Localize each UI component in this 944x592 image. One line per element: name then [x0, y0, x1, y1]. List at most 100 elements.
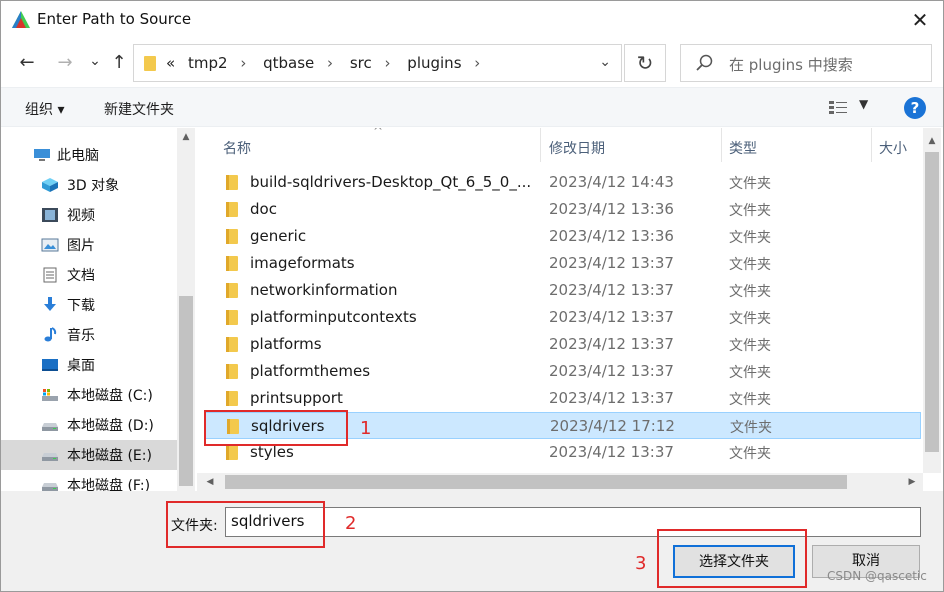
sidebar-item-music[interactable]: 音乐	[1, 320, 177, 350]
breadcrumb-item[interactable]: qtbase	[263, 54, 314, 72]
column-divider[interactable]	[871, 128, 872, 162]
navigation-pane-scrollbar[interactable]: ▲	[177, 128, 195, 491]
file-name: build-sqldrivers-Desktop_Qt_6_5_0_...	[250, 173, 530, 191]
annotation-number-3: 3	[635, 553, 647, 574]
column-header-row: ^ 名称 修改日期 类型 大小	[197, 128, 943, 164]
file-type: 文件夹	[729, 392, 771, 408]
pictures-icon	[41, 238, 59, 252]
file-name: generic	[250, 227, 307, 245]
table-row[interactable]: doc 2023/4/12 13:36 文件夹	[205, 196, 921, 223]
organize-button[interactable]: 组织 ▾	[25, 99, 64, 119]
file-list-horizontal-scrollbar[interactable]: ◀ ▶	[197, 473, 923, 491]
file-type: 文件夹	[729, 203, 771, 219]
sidebar-item-desktop[interactable]: 桌面	[1, 350, 177, 380]
sidebar-item-drive-d[interactable]: 本地磁盘 (D:)	[1, 410, 177, 440]
sidebar-item-label: 视频	[67, 208, 95, 224]
file-type: 文件夹	[729, 311, 771, 327]
folder-icon	[226, 202, 238, 217]
close-icon[interactable]: ✕	[903, 3, 937, 37]
help-icon[interactable]: ?	[904, 97, 926, 119]
sidebar-item-label: 本地磁盘 (C:)	[67, 388, 153, 404]
sidebar-item-videos[interactable]: 视频	[1, 200, 177, 230]
address-dropdown-icon[interactable]: ⌄	[599, 54, 611, 70]
breadcrumb-separator-icon[interactable]: ›	[474, 54, 480, 72]
new-folder-button[interactable]: 新建文件夹	[104, 99, 174, 119]
file-name: doc	[250, 200, 277, 218]
column-divider[interactable]	[721, 128, 722, 162]
breadcrumb-item[interactable]: plugins	[407, 54, 461, 72]
table-row[interactable]: platformthemes 2023/4/12 13:37 文件夹	[205, 358, 921, 385]
folder-icon	[226, 256, 238, 271]
sidebar-item-drive-e[interactable]: 本地磁盘 (E:)	[1, 440, 177, 470]
sidebar-item-pictures[interactable]: 图片	[1, 230, 177, 260]
column-header-date[interactable]: 修改日期	[549, 138, 605, 158]
sidebar-item-this-pc[interactable]: 此电脑	[1, 140, 177, 170]
column-header-size[interactable]: 大小	[879, 138, 907, 158]
navigation-bar: ← → ⌄ ↑ « tmp2 › qtbase › src › plugins …	[1, 41, 943, 85]
scroll-up-icon[interactable]: ▲	[177, 128, 195, 146]
file-type: 文件夹	[729, 338, 771, 354]
scrollbar-thumb[interactable]	[179, 296, 193, 486]
video-icon	[42, 208, 58, 222]
address-bar[interactable]: « tmp2 › qtbase › src › plugins › ⌄	[133, 44, 622, 82]
column-divider[interactable]	[540, 128, 541, 162]
file-type: 文件夹	[730, 420, 772, 436]
file-name: platforms	[250, 335, 322, 353]
sidebar-item-drive-f[interactable]: 本地磁盘 (F:)	[1, 470, 177, 491]
scrollbar-thumb[interactable]	[925, 152, 939, 452]
window-title: Enter Path to Source	[37, 10, 192, 28]
scroll-up-icon[interactable]: ▲	[923, 132, 941, 150]
table-row[interactable]: generic 2023/4/12 13:36 文件夹	[205, 223, 921, 250]
breadcrumb-separator-icon[interactable]: ›	[385, 54, 391, 72]
annotation-box-3	[657, 529, 807, 588]
scrollbar-thumb[interactable]	[225, 475, 847, 489]
breadcrumb-overflow[interactable]: «	[166, 54, 175, 72]
file-modified-date: 2023/4/12 13:37	[549, 335, 674, 353]
scroll-left-icon[interactable]: ◀	[201, 473, 219, 491]
table-row[interactable]: build-sqldrivers-Desktop_Qt_6_5_0_... 202…	[205, 169, 921, 196]
annotation-box-2	[166, 501, 325, 548]
file-modified-date: 2023/4/12 13:37	[549, 389, 674, 407]
sidebar-item-3d-objects[interactable]: 3D 对象	[1, 170, 177, 200]
search-input[interactable]: 在 plugins 中搜索	[680, 44, 932, 82]
table-row[interactable]: networkinformation 2023/4/12 13:37 文件夹	[205, 277, 921, 304]
sidebar-item-drive-c[interactable]: 本地磁盘 (C:)	[1, 380, 177, 410]
file-type: 文件夹	[729, 257, 771, 273]
table-row[interactable]: platforms 2023/4/12 13:37 文件夹	[205, 331, 921, 358]
sidebar-item-downloads[interactable]: 下载	[1, 290, 177, 320]
folder-icon	[226, 175, 238, 190]
file-modified-date: 2023/4/12 13:37	[549, 443, 674, 461]
table-row[interactable]: printsupport 2023/4/12 13:37 文件夹	[205, 385, 921, 412]
breadcrumb-item[interactable]: src	[350, 54, 372, 72]
3d-objects-icon	[42, 178, 58, 192]
breadcrumb-separator-icon[interactable]: ›	[327, 54, 333, 72]
recent-locations-chevron-icon[interactable]: ⌄	[83, 49, 107, 73]
folder-name-field[interactable]: sqldrivers	[225, 507, 921, 537]
table-row[interactable]: imageformats 2023/4/12 13:37 文件夹	[205, 250, 921, 277]
file-list-vertical-scrollbar[interactable]: ▲	[923, 128, 941, 473]
sidebar-item-label: 图片	[67, 238, 95, 254]
file-name: platforminputcontexts	[250, 308, 417, 326]
sidebar-item-documents[interactable]: 文档	[1, 260, 177, 290]
view-dropdown-icon[interactable]: ▼	[859, 97, 868, 111]
file-name: networkinformation	[250, 281, 398, 299]
breadcrumb-item[interactable]: tmp2	[188, 54, 228, 72]
sidebar-item-label: 文档	[67, 268, 95, 284]
up-arrow-icon[interactable]: ↑	[107, 51, 131, 75]
folder-icon	[226, 283, 238, 298]
annotation-number-1: 1	[360, 418, 372, 439]
table-row[interactable]: platforminputcontexts 2023/4/12 13:37 文件夹	[205, 304, 921, 331]
scroll-right-icon[interactable]: ▶	[903, 473, 921, 491]
back-arrow-icon[interactable]: ←	[15, 51, 39, 75]
forward-arrow-icon[interactable]: →	[53, 51, 77, 75]
view-options-icon[interactable]	[828, 100, 848, 116]
file-modified-date: 2023/4/12 13:37	[549, 281, 674, 299]
command-toolbar: 组织 ▾ 新建文件夹 ▼ ?	[1, 87, 943, 127]
drive-icon	[42, 483, 58, 491]
breadcrumb-separator-icon[interactable]: ›	[240, 54, 246, 72]
file-name: imageformats	[250, 254, 355, 272]
drive-c-icon	[42, 389, 58, 401]
column-header-name[interactable]: 名称	[223, 138, 251, 158]
refresh-icon[interactable]: ↻	[624, 44, 666, 82]
column-header-type[interactable]: 类型	[729, 138, 757, 158]
